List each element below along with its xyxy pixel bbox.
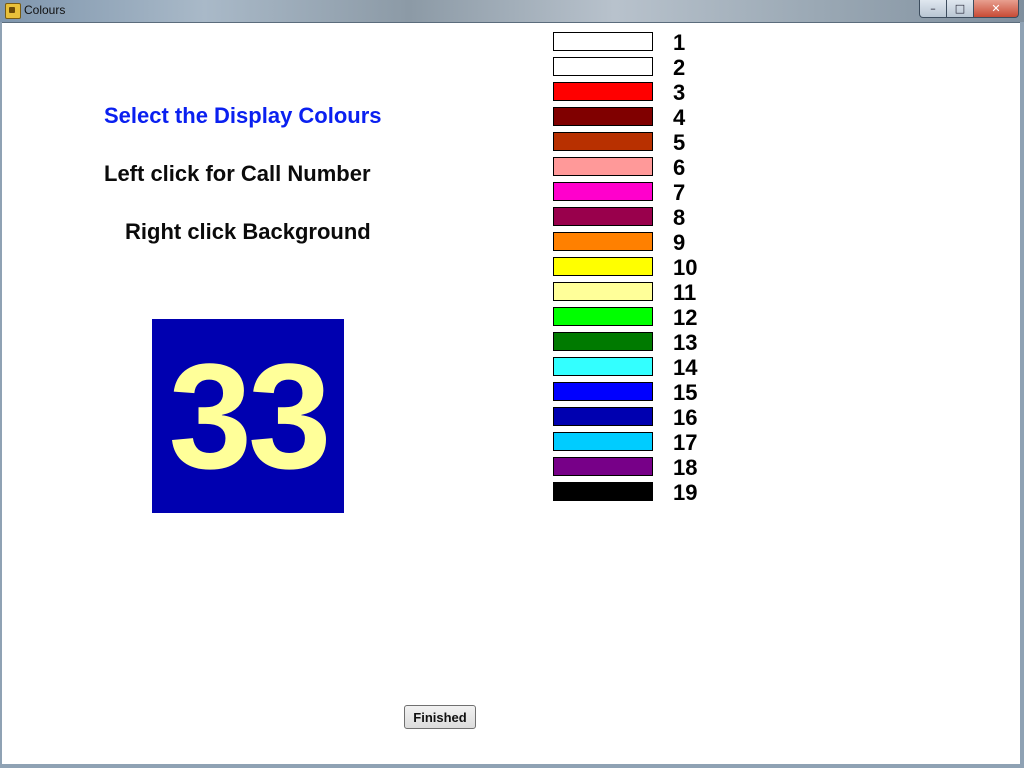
swatch-row: 13 (553, 330, 713, 355)
colour-swatch-18[interactable] (553, 457, 653, 476)
swatch-number: 7 (673, 180, 686, 205)
select-colours-heading: Select the Display Colours (104, 103, 382, 128)
swatch-row: 8 (553, 205, 713, 230)
colour-swatch-19[interactable] (553, 482, 653, 501)
colour-swatch-10[interactable] (553, 257, 653, 276)
swatch-number: 4 (673, 105, 686, 130)
window-frame-right (1020, 22, 1024, 768)
colour-swatch-7[interactable] (553, 182, 653, 201)
right-click-instruction: Right click Background (125, 219, 371, 244)
colour-swatch-13[interactable] (553, 332, 653, 351)
swatch-number: 3 (673, 80, 686, 105)
swatch-row: 4 (553, 105, 713, 130)
colour-swatch-2[interactable] (553, 57, 653, 76)
window-frame-left (0, 22, 2, 768)
swatch-number: 13 (673, 330, 698, 355)
swatch-row: 6 (553, 155, 713, 180)
swatch-row: 15 (553, 380, 713, 405)
swatch-number: 5 (673, 130, 686, 155)
swatch-row: 14 (553, 355, 713, 380)
swatch-row: 2 (553, 55, 713, 80)
close-button[interactable]: ✕ (973, 0, 1019, 18)
colour-swatch-17[interactable] (553, 432, 653, 451)
finished-button[interactable]: Finished (404, 705, 476, 729)
swatch-number: 19 (673, 480, 698, 505)
swatch-row: 19 (553, 480, 713, 505)
left-click-instruction: Left click for Call Number (104, 161, 371, 186)
swatch-number: 12 (673, 305, 698, 330)
swatch-number: 16 (673, 405, 698, 430)
window-frame-bottom (0, 764, 1024, 768)
swatch-row: 9 (553, 230, 713, 255)
swatch-number: 8 (673, 205, 686, 230)
maximize-button[interactable]: □ (946, 0, 974, 18)
title-bar: Colours – □ ✕ (0, 0, 1024, 23)
maximize-icon: □ (954, 2, 966, 15)
colour-swatch-9[interactable] (553, 232, 653, 251)
swatch-row: 5 (553, 130, 713, 155)
swatch-row: 3 (553, 80, 713, 105)
swatch-number: 17 (673, 430, 698, 455)
colour-swatch-4[interactable] (553, 107, 653, 126)
swatch-row: 18 (553, 455, 713, 480)
swatch-row: 16 (553, 405, 713, 430)
swatch-number: 11 (673, 280, 697, 305)
colour-swatch-15[interactable] (553, 382, 653, 401)
close-icon: ✕ (991, 2, 1001, 15)
window-title: Colours (24, 3, 66, 17)
swatch-row: 12 (553, 305, 713, 330)
colour-swatch-6[interactable] (553, 157, 653, 176)
colour-swatch-1[interactable] (553, 32, 653, 51)
swatch-number: 10 (673, 255, 698, 280)
swatch-row: 10 (553, 255, 713, 280)
swatch-row: 17 (553, 430, 713, 455)
swatch-number: 1 (673, 30, 686, 55)
swatch-number: 18 (673, 455, 698, 480)
colour-swatch-8[interactable] (553, 207, 653, 226)
swatch-row: 1 (553, 30, 713, 55)
call-number-text: 33 (168, 332, 332, 500)
minimize-icon: – (930, 2, 936, 15)
swatch-number: 14 (673, 355, 698, 380)
colour-swatch-14[interactable] (553, 357, 653, 376)
colour-swatch-3[interactable] (553, 82, 653, 101)
swatch-number: 9 (673, 230, 686, 255)
call-number-preview: 33 (152, 319, 344, 513)
swatch-number: 15 (673, 380, 698, 405)
colour-swatch-16[interactable] (553, 407, 653, 426)
minimize-button[interactable]: – (919, 0, 947, 18)
app-icon (5, 3, 21, 19)
colour-swatch-5[interactable] (553, 132, 653, 151)
colour-swatch-12[interactable] (553, 307, 653, 326)
finished-button-label: Finished (413, 709, 467, 725)
swatch-row: 7 (553, 180, 713, 205)
swatch-number: 2 (673, 55, 686, 80)
swatch-row: 11 (553, 280, 713, 305)
swatch-number: 6 (673, 155, 686, 180)
colour-swatch-11[interactable] (553, 282, 653, 301)
